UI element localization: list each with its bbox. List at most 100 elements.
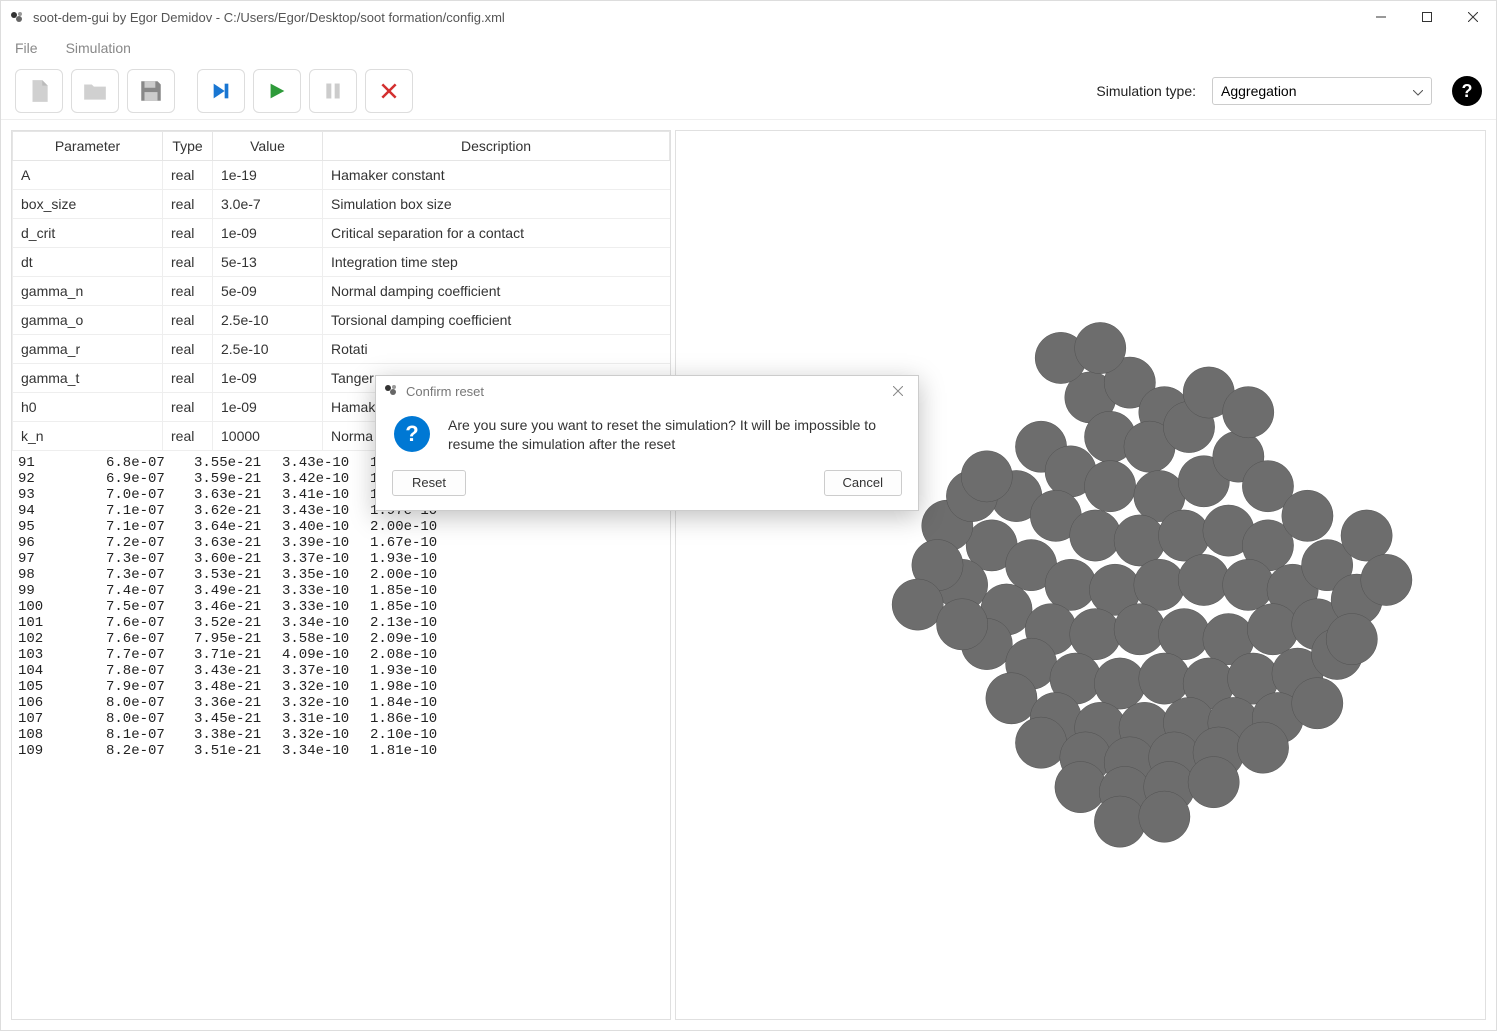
reset-button[interactable]: Reset [392, 470, 466, 496]
cell-type: real [163, 393, 213, 422]
cell-param: gamma_n [13, 277, 163, 306]
log-row: 957.1e-073.64e-213.40e-102.00e-10 [18, 519, 664, 535]
table-row[interactable]: Areal1e-19Hamaker constant [13, 161, 670, 190]
log-row: 1037.7e-073.71e-214.09e-102.08e-10 [18, 647, 664, 663]
cell-value: 1e-09 [213, 219, 323, 248]
cell-param: gamma_r [13, 335, 163, 364]
cell-param: box_size [13, 190, 163, 219]
log-row: 1017.6e-073.52e-213.34e-102.13e-10 [18, 615, 664, 631]
cell-type: real [163, 364, 213, 393]
titlebar: soot-dem-gui by Egor Demidov - C:/Users/… [1, 1, 1496, 33]
cell-type: real [163, 190, 213, 219]
cell-param: k_n [13, 422, 163, 451]
cell-desc: Simulation box size [323, 190, 670, 219]
cell-type: real [163, 335, 213, 364]
sim-type-label: Simulation type: [1096, 83, 1196, 99]
cell-param: A [13, 161, 163, 190]
sim-type-value: Aggregation [1221, 83, 1297, 99]
log-row: 1047.8e-073.43e-213.37e-101.93e-10 [18, 663, 664, 679]
window-controls [1358, 1, 1496, 33]
play-button[interactable] [253, 69, 301, 113]
particle-cluster [676, 131, 1485, 1019]
log-row: 997.4e-073.49e-213.33e-101.85e-10 [18, 583, 664, 599]
log-row: 967.2e-073.63e-213.39e-101.67e-10 [18, 535, 664, 551]
table-row[interactable]: gamma_nreal5e-09Normal damping coefficie… [13, 277, 670, 306]
cell-param: gamma_t [13, 364, 163, 393]
table-row[interactable]: gamma_rreal2.5e-10Rotati [13, 335, 670, 364]
cell-type: real [163, 277, 213, 306]
chevron-down-icon [1413, 83, 1423, 99]
col-type[interactable]: Type [163, 132, 213, 161]
dialog-buttons: Reset Cancel [376, 460, 918, 510]
cell-value: 10000 [213, 422, 323, 451]
cell-type: real [163, 161, 213, 190]
col-description[interactable]: Description [323, 132, 670, 161]
log-row: 1098.2e-073.51e-213.34e-101.81e-10 [18, 743, 664, 759]
table-row[interactable]: gamma_oreal2.5e-10Torsional damping coef… [13, 306, 670, 335]
log-row: 987.3e-073.53e-213.35e-102.00e-10 [18, 567, 664, 583]
cell-value: 1e-09 [213, 364, 323, 393]
cell-type: real [163, 306, 213, 335]
dialog-close-button[interactable] [886, 384, 910, 399]
cell-type: real [163, 422, 213, 451]
stop-reset-button[interactable] [365, 69, 413, 113]
cell-type: real [163, 219, 213, 248]
minimize-button[interactable] [1358, 1, 1404, 33]
dialog-titlebar: Confirm reset [376, 376, 918, 406]
cell-desc: Normal damping coefficient [323, 277, 670, 306]
left-panel: Parameter Type Value Description Areal1e… [11, 130, 671, 1020]
pause-button[interactable] [309, 69, 357, 113]
col-value[interactable]: Value [213, 132, 323, 161]
cell-param: dt [13, 248, 163, 277]
sim-type-select[interactable]: Aggregation [1212, 77, 1432, 105]
menu-simulation[interactable]: Simulation [66, 40, 131, 56]
step-button[interactable] [197, 69, 245, 113]
cell-value: 5e-13 [213, 248, 323, 277]
cell-value: 3.0e-7 [213, 190, 323, 219]
dialog-message: Are you sure you want to reset the simul… [448, 416, 900, 454]
log-output[interactable]: 916.8e-073.55e-213.43e-101.94e-10926.9e-… [12, 451, 670, 1019]
dialog-app-icon [384, 383, 400, 399]
toolbar: Simulation type: Aggregation ? [1, 63, 1496, 120]
window-title: soot-dem-gui by Egor Demidov - C:/Users/… [33, 10, 1358, 25]
cell-param: h0 [13, 393, 163, 422]
cell-value: 1e-19 [213, 161, 323, 190]
app-icon [9, 9, 25, 25]
log-row: 1027.6e-077.95e-213.58e-102.09e-10 [18, 631, 664, 647]
table-row[interactable]: dtreal5e-13Integration time step [13, 248, 670, 277]
close-button[interactable] [1450, 1, 1496, 33]
maximize-button[interactable] [1404, 1, 1450, 33]
save-button[interactable] [127, 69, 175, 113]
question-icon: ? [394, 416, 430, 452]
col-parameter[interactable]: Parameter [13, 132, 163, 161]
cell-value: 5e-09 [213, 277, 323, 306]
cancel-button[interactable]: Cancel [824, 470, 902, 496]
menubar: File Simulation [1, 33, 1496, 63]
log-row: 1057.9e-073.48e-213.32e-101.98e-10 [18, 679, 664, 695]
table-row[interactable]: d_critreal1e-09Critical separation for a… [13, 219, 670, 248]
cell-param: gamma_o [13, 306, 163, 335]
cell-type: real [163, 248, 213, 277]
help-button[interactable]: ? [1452, 76, 1482, 106]
new-file-button[interactable] [15, 69, 63, 113]
log-row: 1007.5e-073.46e-213.33e-101.85e-10 [18, 599, 664, 615]
log-row: 1068.0e-073.36e-213.32e-101.84e-10 [18, 695, 664, 711]
confirm-reset-dialog: Confirm reset ? Are you sure you want to… [375, 375, 919, 511]
content-area: Parameter Type Value Description Areal1e… [1, 120, 1496, 1030]
cell-desc: Rotati [323, 335, 670, 364]
cell-value: 2.5e-10 [213, 335, 323, 364]
cell-desc: Critical separation for a contact [323, 219, 670, 248]
log-row: 977.3e-073.60e-213.37e-101.93e-10 [18, 551, 664, 567]
cell-param: d_crit [13, 219, 163, 248]
cell-desc: Hamaker constant [323, 161, 670, 190]
log-row: 1088.1e-073.38e-213.32e-102.10e-10 [18, 727, 664, 743]
menu-file[interactable]: File [15, 40, 38, 56]
open-file-button[interactable] [71, 69, 119, 113]
dialog-body: ? Are you sure you want to reset the sim… [376, 406, 918, 460]
cell-value: 2.5e-10 [213, 306, 323, 335]
log-row: 1078.0e-073.45e-213.31e-101.86e-10 [18, 711, 664, 727]
dialog-title: Confirm reset [406, 384, 886, 399]
table-row[interactable]: box_sizereal3.0e-7Simulation box size [13, 190, 670, 219]
visualization-panel[interactable] [675, 130, 1486, 1020]
cell-value: 1e-09 [213, 393, 323, 422]
